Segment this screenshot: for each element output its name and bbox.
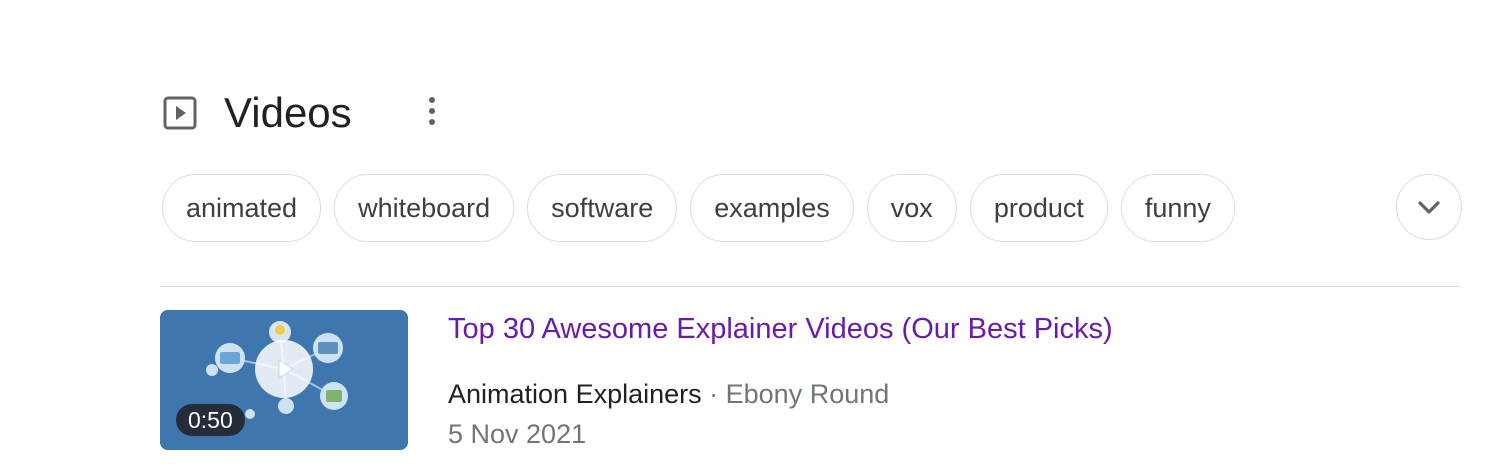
refinement-chips: animated whiteboard software examples vo… [162,174,1235,242]
chip-animated[interactable]: animated [162,174,322,242]
expand-chips-button[interactable] [1396,174,1462,240]
video-title-link[interactable]: Top 30 Awesome Explainer Videos (Our Bes… [448,310,1113,348]
more-options-icon[interactable] [418,92,446,130]
meta-separator: · [701,379,726,409]
video-channel: Animation Explainers [448,379,702,409]
chip-product[interactable]: product [969,174,1108,242]
video-author: Ebony Round [725,379,890,409]
chip-funny[interactable]: funny [1120,174,1235,242]
video-duration-badge: 0:50 [176,404,245,436]
section-title: Videos [224,89,352,136]
video-meta: Animation Explainers · Ebony Round [448,376,889,412]
video-result: 0:50 Top 30 Awesome Explainer Videos (Ou… [160,310,1460,450]
chip-examples[interactable]: examples [690,174,854,242]
chip-vox[interactable]: vox [866,174,957,242]
divider [160,286,1460,287]
videos-section: Videos animated whiteboard software exam… [0,0,1496,470]
play-icon[interactable] [255,340,313,398]
chevron-down-icon [1418,201,1440,214]
video-date: 5 Nov 2021 [448,419,587,449]
video-play-box-icon [162,95,198,131]
video-thumbnail[interactable]: 0:50 [160,310,408,450]
chip-software[interactable]: software [527,174,678,242]
chip-whiteboard[interactable]: whiteboard [334,174,515,242]
section-header: Videos [162,88,352,138]
